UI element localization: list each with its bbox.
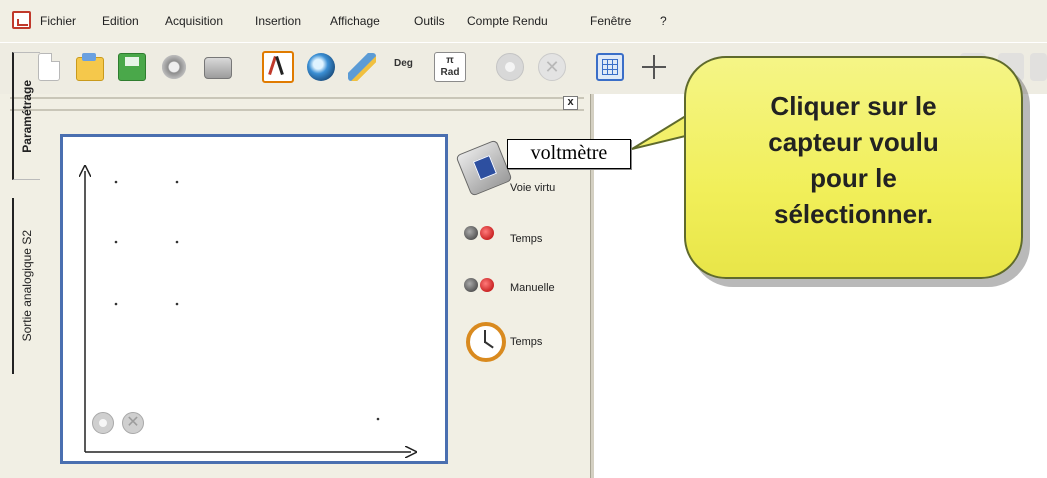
add-sensor-disabled-icon[interactable] bbox=[92, 412, 114, 434]
grid-icon[interactable] bbox=[596, 53, 624, 81]
pen-icon[interactable] bbox=[348, 53, 376, 81]
tab-sortie-label: Sortie analogique S2 bbox=[20, 230, 34, 342]
menu-outils[interactable]: Outils bbox=[414, 14, 445, 28]
crosshair-icon[interactable] bbox=[640, 53, 668, 81]
channel-dot-icon bbox=[464, 278, 478, 292]
axes-graphic bbox=[63, 137, 445, 461]
channel-dot-icon bbox=[480, 226, 494, 240]
app-icon[interactable] bbox=[12, 11, 31, 29]
sensor-temps-2[interactable]: Temps bbox=[452, 322, 588, 372]
panel-close-button[interactable]: x bbox=[563, 96, 578, 110]
save-icon[interactable] bbox=[118, 53, 146, 81]
probe-icon[interactable] bbox=[262, 51, 294, 83]
open-folder-icon[interactable] bbox=[76, 53, 104, 81]
new-document-icon[interactable] bbox=[38, 53, 60, 81]
rad-label: Rad bbox=[440, 67, 460, 78]
pi-symbol: π bbox=[446, 55, 454, 66]
voltmeter-icon bbox=[455, 139, 513, 197]
sensor-label: Temps bbox=[510, 233, 543, 245]
sensor-label: Temps bbox=[510, 336, 543, 348]
stopwatch-icon bbox=[466, 322, 506, 362]
tab-sortie-analogique[interactable]: Sortie analogique S2 bbox=[12, 198, 40, 374]
channel-dot-icon bbox=[480, 278, 494, 292]
sensor-manuelle[interactable]: Manuelle bbox=[452, 272, 588, 312]
sensor-temps-1[interactable]: Temps bbox=[452, 220, 588, 260]
sensor-drop-area[interactable] bbox=[60, 134, 448, 464]
menu-bar: Fichier Edition Acquisition Insertion Af… bbox=[0, 0, 1047, 42]
panel-titlebar[interactable] bbox=[10, 97, 584, 111]
callout-text: Cliquer sur le capteur voulu pour le sél… bbox=[768, 91, 939, 229]
tab-parametrage[interactable]: Paramétrage bbox=[12, 52, 40, 180]
menu-edition[interactable]: Edition bbox=[102, 14, 139, 28]
menu-fichier[interactable]: Fichier bbox=[40, 14, 76, 28]
menu-insertion[interactable]: Insertion bbox=[255, 14, 301, 28]
toolbar-tool-icon[interactable] bbox=[1030, 53, 1047, 81]
channel-dot-icon bbox=[464, 226, 478, 240]
sensor-label: Voie virtu bbox=[510, 182, 556, 194]
menu-help[interactable]: ? bbox=[660, 14, 667, 28]
menu-acquisition[interactable]: Acquisition bbox=[165, 14, 223, 28]
settings-icon[interactable] bbox=[160, 53, 188, 81]
webcam-icon[interactable] bbox=[307, 53, 335, 81]
instruction-callout: Cliquer sur le capteur voulu pour le sél… bbox=[684, 56, 1023, 279]
tab-parametrage-label: Paramétrage bbox=[20, 79, 34, 153]
menu-compte-rendu[interactable]: Compte Rendu bbox=[467, 14, 548, 28]
rad-button[interactable]: π Rad bbox=[434, 52, 466, 82]
menu-affichage[interactable]: Affichage bbox=[330, 14, 380, 28]
remove-sensor-disabled-icon[interactable]: ✕ bbox=[122, 412, 144, 434]
stop-disabled-icon[interactable]: ✕ bbox=[538, 53, 566, 81]
deg-button[interactable]: Deg bbox=[394, 58, 428, 86]
sensor-label: Manuelle bbox=[510, 282, 555, 294]
sensor-tooltip: voltmètre bbox=[507, 139, 631, 169]
menu-fenetre[interactable]: Fenêtre bbox=[590, 14, 631, 28]
print-icon[interactable] bbox=[204, 57, 232, 79]
record-disabled-icon[interactable] bbox=[496, 53, 524, 81]
grid-dots bbox=[114, 180, 380, 421]
